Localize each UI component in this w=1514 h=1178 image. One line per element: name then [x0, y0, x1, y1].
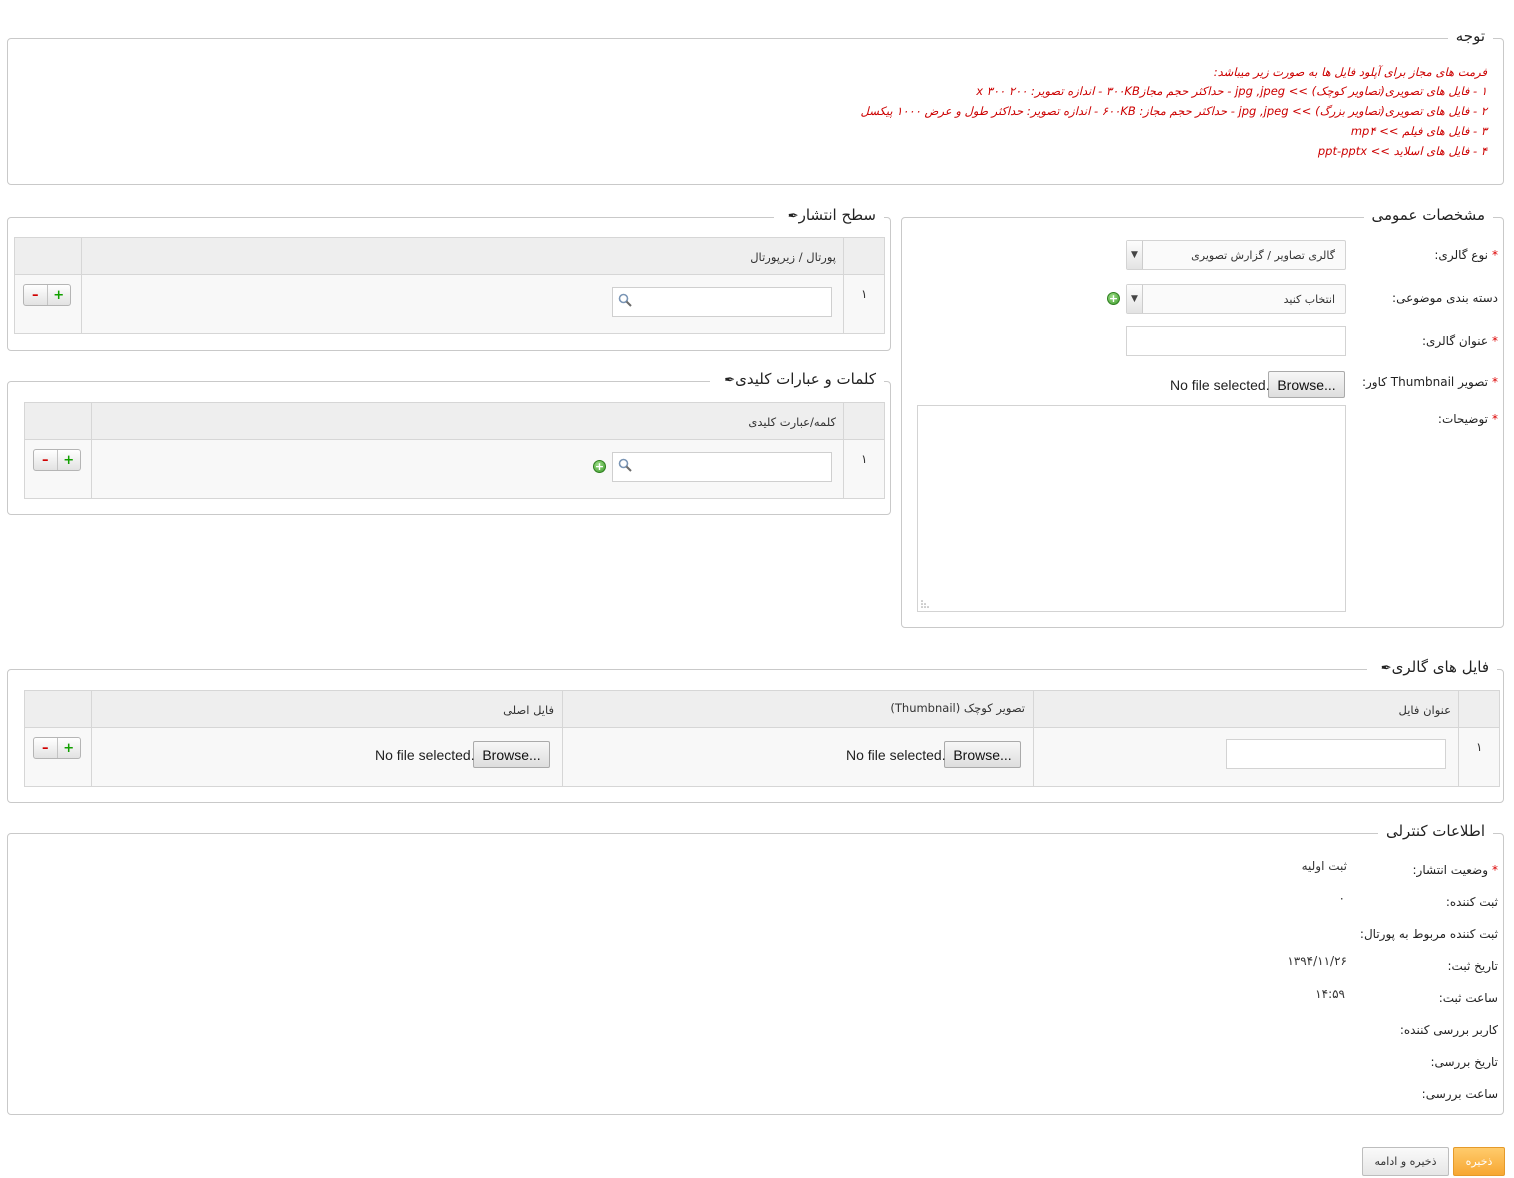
column-divider: [81, 238, 82, 333]
category-label: دسته بندی موضوعی:: [1392, 291, 1498, 305]
save-continue-button[interactable]: ذخیره و ادامه: [1362, 1147, 1449, 1176]
table-header: کلمه/عبارت کلیدی: [25, 403, 884, 440]
notice-line: ۴ - فایل های اسلاید >> ppt-pptx: [1317, 144, 1487, 158]
keyword-search-input[interactable]: [612, 452, 832, 482]
keywords-table: کلمه/عبارت کلیدی ۱ + – +: [24, 402, 885, 499]
keywords-legend: کلمات و عبارات کلیدی✒: [710, 370, 884, 388]
column-divider: [91, 691, 92, 786]
date-value: ۱۳۹۴/۱۱/۲۶: [1287, 954, 1347, 968]
add-category-icon[interactable]: +: [1107, 292, 1120, 305]
control-legend: اطلاعات کنترلی: [1377, 822, 1493, 840]
status-value: ثبت اولیه: [1301, 859, 1347, 873]
time-label: ساعت ثبت:: [1438, 991, 1498, 1005]
gallery-title-input[interactable]: [1126, 326, 1346, 356]
thumbnail-file-status: No file selected.: [846, 747, 946, 763]
column-divider: [1458, 691, 1459, 786]
resize-handle-icon[interactable]: [921, 600, 929, 608]
category-select[interactable]: انتخاب کنید ▼: [1126, 284, 1346, 314]
files-table: عنوان فایل تصویر کوچک (Thumbnail) فایل ا…: [24, 690, 1500, 787]
files-legend: فایل های گالری✒: [1366, 658, 1497, 676]
chevron-down-icon: ▼: [1127, 285, 1143, 313]
keywords-panel: کلمات و عبارات کلیدی✒ کلمه/عبارت کلیدی ۱…: [7, 370, 891, 515]
column-header: کلمه/عبارت کلیدی: [748, 415, 836, 429]
column-divider: [843, 403, 844, 498]
notice-line: فرمت های مجاز برای آپلود فایل ها به صورت…: [1213, 65, 1487, 79]
add-icon[interactable]: +: [58, 738, 81, 758]
column-divider: [843, 238, 844, 333]
column-header-main-file: فایل اصلی: [503, 703, 554, 717]
status-label: *وضعیت انتشار:: [1412, 863, 1499, 877]
category-value: انتخاب کنید: [1283, 292, 1335, 306]
required-star: *: [1492, 863, 1498, 877]
thumbnail-file-status: No file selected.: [1170, 377, 1270, 393]
date-label: تاریخ ثبت:: [1447, 959, 1498, 973]
add-keyword-icon[interactable]: +: [593, 460, 606, 473]
remove-icon[interactable]: –: [34, 450, 58, 470]
column-divider: [91, 403, 92, 498]
time-value: ۱۴:۵۹: [1315, 987, 1345, 1001]
general-legend: مشخصات عمومی: [1363, 206, 1493, 224]
required-star: *: [1492, 334, 1498, 348]
description-textarea[interactable]: [917, 405, 1346, 612]
review-date-label: تاریخ بررسی:: [1430, 1055, 1498, 1069]
publish-table: پورتال / زیرپورتال ۱ – +: [14, 237, 885, 334]
gallery-type-label: *نوع گالری:: [1434, 248, 1498, 262]
publish-panel: سطح انتشار✒ پورتال / زیرپورتال ۱ – +: [7, 206, 891, 351]
thumbnail-browse-button[interactable]: Browse...: [1268, 371, 1345, 398]
row-number: ۱: [1476, 740, 1483, 754]
reviewer-label: کاربر بررسی کننده:: [1399, 1023, 1498, 1037]
publish-legend: سطح انتشار✒: [773, 206, 884, 224]
save-button[interactable]: ذخیره: [1453, 1147, 1505, 1176]
gallery-type-value: گالری تصاویر / گزارش تصویری: [1191, 248, 1335, 262]
files-panel: فایل های گالری✒ عنوان فایل تصویر کوچک (T…: [7, 658, 1504, 803]
creator-portal-label: ثبت کننده مربوط به پورتال:: [1359, 927, 1498, 941]
remove-icon[interactable]: –: [34, 738, 58, 758]
thumbnail-label: *تصویر Thumbnail کاور:: [1361, 375, 1498, 389]
main-file-browse-button[interactable]: Browse...: [473, 741, 550, 768]
pencil-icon[interactable]: ✒: [1381, 661, 1392, 676]
thumbnail-file-browse-button[interactable]: Browse...: [944, 741, 1021, 768]
required-star: *: [1492, 412, 1498, 426]
notice-legend: توجه: [1447, 27, 1493, 45]
column-header-title: عنوان فایل: [1398, 703, 1451, 717]
file-title-input[interactable]: [1226, 739, 1446, 769]
row-add-remove: – +: [33, 737, 81, 759]
creator-value: ۰: [1338, 891, 1345, 905]
creator-label: ثبت کننده:: [1445, 895, 1498, 909]
control-panel: اطلاعات کنترلی: [7, 822, 1504, 1115]
chevron-down-icon: ▼: [1127, 241, 1143, 269]
column-divider: [562, 691, 563, 786]
remove-icon[interactable]: –: [24, 285, 48, 305]
pencil-icon[interactable]: ✒: [724, 373, 735, 388]
column-header: پورتال / زیرپورتال: [750, 250, 836, 264]
row-number: ۱: [861, 452, 868, 466]
portal-search-input[interactable]: [612, 287, 832, 317]
pencil-icon[interactable]: ✒: [788, 209, 799, 224]
description-label: *توضیحات:: [1437, 412, 1498, 426]
search-icon[interactable]: [618, 293, 632, 307]
gallery-title-label: *عنوان گالری:: [1421, 334, 1498, 348]
required-star: *: [1492, 248, 1498, 262]
row-add-remove: – +: [23, 284, 71, 306]
required-star: *: [1492, 375, 1498, 389]
table-header: پورتال / زیرپورتال: [15, 238, 884, 275]
notice-line: ۲ - فایل های تصویری(تصاویر بزرگ) >> jpg …: [860, 104, 1487, 118]
column-header-thumbnail: تصویر کوچک (Thumbnail): [890, 701, 1025, 715]
search-icon[interactable]: [618, 458, 632, 472]
table-header: عنوان فایل تصویر کوچک (Thumbnail) فایل ا…: [25, 691, 1499, 728]
add-icon[interactable]: +: [58, 450, 81, 470]
gallery-type-select[interactable]: گالری تصاویر / گزارش تصویری ▼: [1126, 240, 1346, 270]
notice-line: ۱ - فایل های تصویری(تصاویر کوچک) >> jpg …: [976, 84, 1487, 98]
notice-line: ۳ - فایل های فیلم >> mp۴: [1350, 124, 1487, 138]
row-add-remove: – +: [33, 449, 81, 471]
row-number: ۱: [861, 287, 868, 301]
main-file-status: No file selected.: [375, 747, 475, 763]
review-time-label: ساعت بررسی:: [1421, 1087, 1498, 1101]
add-icon[interactable]: +: [48, 285, 71, 305]
column-divider: [1033, 691, 1034, 786]
notice-panel: توجه فرمت های مجاز برای آپلود فایل ها به…: [7, 27, 1504, 185]
